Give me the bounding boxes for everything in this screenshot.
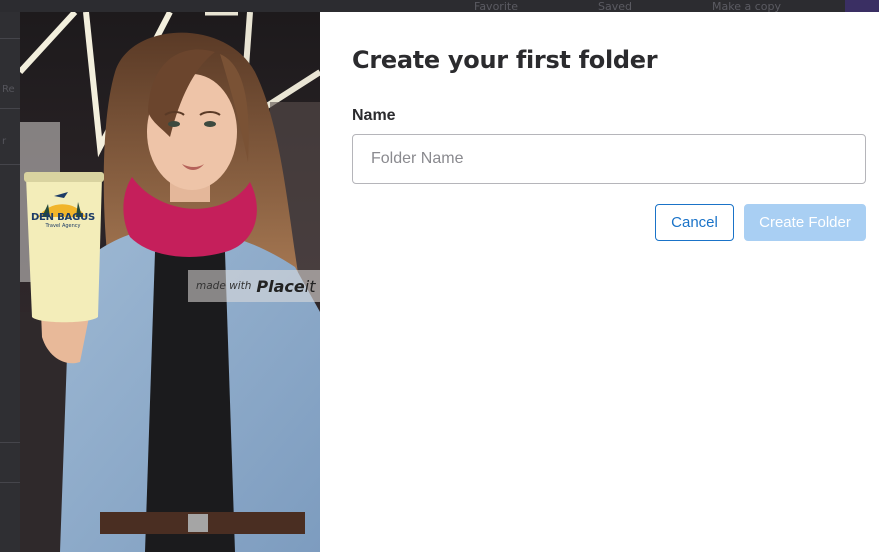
create-folder-button[interactable]: Create Folder xyxy=(744,204,866,241)
cancel-button[interactable]: Cancel xyxy=(655,204,734,241)
background-sidebar: Re r xyxy=(0,12,20,552)
folder-form-panel: Create your first folder Name Cancel Cre… xyxy=(320,12,879,552)
name-label: Name xyxy=(352,107,396,124)
watermark-made-with: made with xyxy=(196,280,252,292)
hero-image: DEN BAGUS Travel Agency made with Placei… xyxy=(20,12,320,552)
background-accent-block xyxy=(845,0,879,12)
modal-title: Create your first folder xyxy=(352,46,658,74)
background-divider xyxy=(0,164,20,165)
background-side-text: Re xyxy=(2,84,15,95)
background-divider xyxy=(0,442,20,443)
background-topbar: Favorite Saved Make a copy xyxy=(0,0,879,13)
watermark-brand: Placeit xyxy=(256,277,315,296)
folder-name-input[interactable] xyxy=(352,134,866,184)
placeit-watermark: made with Placeit xyxy=(188,270,320,302)
watermark-brand-main: Place xyxy=(256,276,305,296)
watermark-brand-suffix: it xyxy=(304,276,316,296)
background-side-text: r xyxy=(2,136,7,147)
create-folder-modal: DEN BAGUS Travel Agency made with Placei… xyxy=(20,12,879,552)
background-divider xyxy=(0,38,20,39)
neon-light xyxy=(20,12,78,75)
background-divider xyxy=(0,482,20,483)
background-divider xyxy=(0,108,20,109)
